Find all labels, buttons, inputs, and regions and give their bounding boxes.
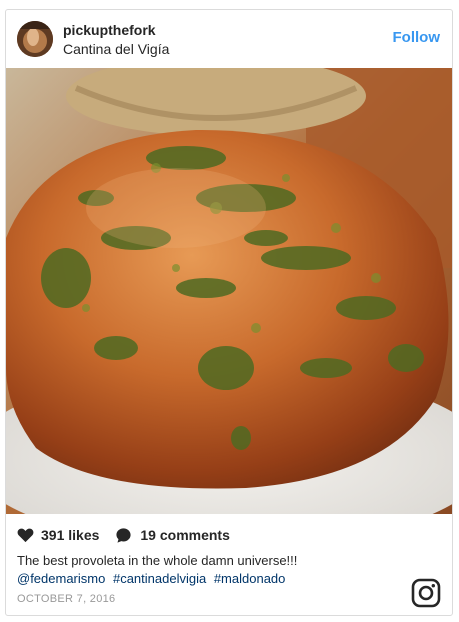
- speech-bubble-icon[interactable]: [115, 527, 132, 544]
- instagram-logo-icon[interactable]: [411, 578, 441, 608]
- post-date[interactable]: OCTOBER 7, 2016: [17, 593, 115, 605]
- post-header: pickupthefork Cantina del Vigía Follow: [6, 10, 452, 68]
- caption-tags: @fedemarismo #cantinadelvigia #maldonado: [17, 570, 289, 587]
- post-actions: 391 likes 19 comments: [17, 525, 230, 545]
- mention-link[interactable]: @fedemarismo: [17, 571, 105, 586]
- like-count[interactable]: 391 likes: [41, 527, 99, 543]
- instagram-embed-card: pickupthefork Cantina del Vigía Follow 3…: [5, 9, 453, 616]
- hashtag-link[interactable]: #maldonado: [214, 571, 286, 586]
- post-photo[interactable]: [6, 68, 452, 514]
- provoleta-bread-image: [6, 68, 452, 514]
- hashtag-link[interactable]: #cantinadelvigia: [113, 571, 206, 586]
- follow-button[interactable]: Follow: [393, 29, 441, 47]
- heart-icon[interactable]: [17, 527, 34, 543]
- location-link[interactable]: Cantina del Vigía: [63, 41, 169, 57]
- username[interactable]: pickupthefork: [63, 22, 156, 38]
- comment-count[interactable]: 19 comments: [140, 527, 229, 543]
- post-caption: The best provoleta in the whole damn uni…: [17, 553, 298, 568]
- avatar[interactable]: [17, 21, 53, 57]
